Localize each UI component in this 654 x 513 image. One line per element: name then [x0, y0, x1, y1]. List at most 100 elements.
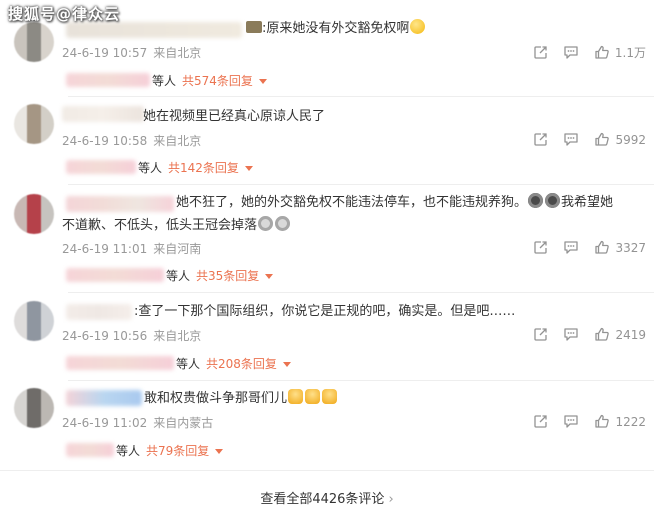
reply-summary: 等人 共208条回复	[66, 355, 291, 372]
comment-text-line2: 不道歉、不低头，低头王冠会掉落	[62, 216, 291, 236]
reply-prefix: 等人	[116, 444, 141, 458]
share-button[interactable]	[533, 327, 548, 342]
view-all-comments-link[interactable]: 查看全部4426条评论 ›	[260, 492, 393, 507]
like-icon	[595, 45, 609, 59]
like-button[interactable]: 3327	[594, 240, 646, 255]
comment-meta: 24-6-19 10:58 来自北京	[62, 132, 201, 149]
badge-icon	[246, 21, 262, 33]
divider	[68, 380, 654, 381]
reply-summary: 等人 共35条回复	[66, 267, 274, 284]
share-button[interactable]	[533, 132, 548, 147]
view-replies-link[interactable]: 共35条回复	[196, 269, 259, 283]
comment-meta: 24-6-19 11:01 来自河南	[62, 240, 201, 257]
share-button[interactable]	[533, 45, 548, 60]
comment-actions: 1.1万	[518, 44, 646, 61]
avatar[interactable]	[14, 104, 54, 144]
blurred-username[interactable]	[66, 304, 132, 320]
like-icon	[595, 414, 610, 428]
share-button[interactable]	[533, 240, 548, 255]
view-all-comments: 查看全部4426条评论 ›	[0, 488, 654, 507]
share-icon	[534, 133, 548, 146]
thumbs-up-emoji-icon	[322, 389, 338, 404]
reply-button[interactable]	[563, 45, 579, 60]
comment-meta: 24-6-19 10:56 来自北京	[62, 327, 201, 344]
comment-text: :查了一下那个国际组织，你说它是正规的吧，确实是。但是吧……	[134, 304, 516, 319]
blurred-replier-names	[66, 443, 114, 457]
view-all-label: 查看全部4426条评论	[260, 492, 385, 507]
share-icon	[534, 241, 548, 254]
divider	[68, 96, 654, 97]
like-button[interactable]: 1222	[594, 414, 646, 429]
blurred-username[interactable]	[62, 106, 144, 122]
blurred-replier-names	[66, 268, 164, 282]
comment-actions: 3327	[518, 240, 646, 255]
reply-button[interactable]	[563, 240, 579, 255]
blurred-username[interactable]	[66, 22, 242, 38]
comment-location: 来自北京	[153, 329, 202, 343]
avatar[interactable]	[14, 388, 54, 428]
reply-prefix: 等人	[176, 357, 201, 371]
comment-location: 来自内蒙古	[153, 416, 214, 430]
smile-emoji-icon	[410, 19, 426, 34]
like-button[interactable]: 5992	[594, 132, 646, 147]
thumbs-up-emoji-icon	[288, 389, 304, 404]
like-count: 2419	[615, 327, 646, 342]
comment-location: 来自北京	[153, 46, 202, 60]
avatar[interactable]	[14, 194, 54, 234]
comment-time: 24-6-19 10:57	[62, 46, 148, 60]
like-count: 3327	[615, 240, 646, 255]
reply-summary: 等人 共574条回复	[66, 72, 267, 89]
share-icon	[534, 46, 547, 59]
like-icon	[595, 240, 610, 254]
chevron-right-icon: ›	[388, 492, 394, 507]
blurred-username[interactable]	[66, 390, 142, 406]
like-icon	[595, 327, 610, 341]
caret-down-icon	[215, 449, 224, 454]
share-icon	[534, 415, 548, 428]
blurred-replier-names	[66, 356, 174, 370]
comment-time: 24-6-19 10:58	[62, 134, 148, 148]
avatar[interactable]	[14, 301, 54, 341]
view-replies-link[interactable]: 共142条回复	[168, 161, 239, 175]
reply-button[interactable]	[563, 327, 579, 342]
view-replies-link[interactable]: 共208条回复	[206, 357, 277, 371]
caret-down-icon	[265, 274, 274, 279]
comment-time: 24-6-19 11:02	[62, 416, 148, 430]
avatar[interactable]	[14, 22, 54, 62]
reply-button[interactable]	[563, 132, 579, 147]
like-button[interactable]: 1.1万	[594, 44, 646, 61]
comment-meta: 24-6-19 10:57 来自北京	[62, 44, 201, 61]
comment-actions: 1222	[518, 414, 646, 429]
comment-text: 敢和权贵做斗争那哥们儿	[144, 389, 338, 409]
comment-time: 24-6-19 11:01	[62, 242, 148, 256]
comment-location: 来自北京	[153, 134, 202, 148]
blurred-replier-names	[66, 160, 136, 174]
caret-down-icon	[244, 166, 253, 171]
reply-summary: 等人 共79条回复	[66, 442, 224, 459]
reply-prefix: 等人	[166, 269, 191, 283]
comment-text: :原来她没有外交豁免权啊	[244, 19, 426, 39]
comment-time: 24-6-19 10:56	[62, 329, 148, 343]
comment-text: 她不狂了，她的外交豁免权不能违法停车，也不能违规养狗。 我希望她	[176, 193, 614, 210]
comment-actions: 5992	[518, 132, 646, 147]
eyes-emoji-icon	[275, 216, 291, 231]
view-replies-link[interactable]: 共574条回复	[182, 74, 253, 88]
like-count: 1222	[615, 414, 646, 429]
reply-button[interactable]	[563, 414, 579, 429]
like-icon	[595, 132, 610, 146]
blurred-username[interactable]	[66, 196, 174, 212]
like-button[interactable]: 2419	[594, 327, 646, 342]
comment-actions: 2419	[518, 327, 646, 342]
view-replies-link[interactable]: 共79条回复	[146, 444, 209, 458]
watermark: 搜狐号@律众云	[8, 5, 121, 23]
eyes-emoji-icon	[258, 216, 274, 231]
comment-icon	[564, 328, 579, 341]
comment-text: 她在视频里已经真心原谅人民了	[143, 109, 326, 124]
comment-icon	[564, 46, 578, 59]
comment-meta: 24-6-19 11:02 来自内蒙古	[62, 414, 213, 431]
share-button[interactable]	[533, 414, 548, 429]
caret-down-icon	[258, 79, 267, 84]
divider	[0, 470, 654, 471]
comment-location: 来自河南	[153, 242, 202, 256]
comment-icon	[564, 133, 579, 146]
